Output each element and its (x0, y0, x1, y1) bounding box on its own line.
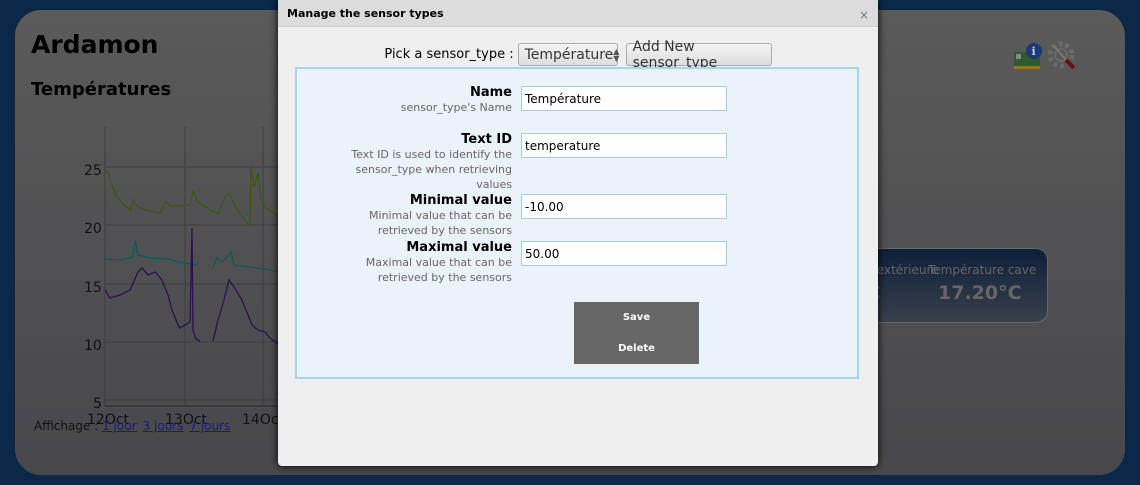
svg-text:i: i (1032, 45, 1036, 58)
select-arrows-icon: ▲ ▼ (613, 46, 620, 63)
save-button[interactable]: Save (574, 302, 699, 333)
y-tick: 15 (84, 280, 102, 296)
range-3-days-link[interactable]: 3 jours (143, 419, 184, 433)
temperature-chart: 25 20 15 10 5 12Oct 13Oct 14Oct (84, 127, 280, 428)
name-label: Name (469, 85, 512, 100)
settings-tools-icon[interactable] (1046, 40, 1078, 72)
pick-sensor-type-label: Pick a sensor_type : (384, 47, 514, 62)
manage-sensor-types-dialog: Manage the sensor types × Pick a sensor_… (278, 0, 878, 466)
close-icon[interactable]: × (859, 8, 869, 22)
maximal-value-label: Maximal value (406, 240, 512, 255)
minimal-value-label: Minimal value (409, 193, 512, 208)
range-7-days-link[interactable]: 7 jours (189, 419, 230, 433)
selected-sensor-type: Température (524, 46, 614, 63)
y-tick: 25 (84, 163, 102, 179)
range-1-day-link[interactable]: 1 jour (102, 419, 137, 433)
series-line-green (105, 164, 279, 225)
dialog-title: Manage the sensor types (287, 7, 444, 20)
sensor-type-form: Namesensor_type's Name Text IDText ID is… (295, 67, 859, 379)
form-actions: Save Delete (574, 302, 699, 364)
y-tick: 10 (84, 338, 102, 354)
dialog-titlebar[interactable]: Manage the sensor types × (278, 0, 878, 27)
text-id-label: Text ID (461, 132, 512, 147)
series-line-teal (104, 239, 199, 266)
sensor-type-select[interactable]: Température ▲ ▼ (517, 43, 620, 66)
series-line-purple-2 (212, 278, 279, 345)
name-input[interactable] (521, 86, 727, 111)
text-id-input[interactable] (521, 133, 727, 158)
add-sensor-type-button[interactable]: Add New sensor_type (625, 39, 772, 71)
y-tick: 5 (93, 396, 102, 412)
x-tick: 14Oct (242, 412, 280, 428)
reading-value: 17.20°C (938, 282, 1022, 304)
maximal-value-help: Maximal value that can be retrieved by t… (365, 256, 512, 284)
current-readings: Température extérieure °C Température ca… (860, 248, 1048, 323)
series-line-teal-2 (212, 250, 279, 273)
display-range: Affichage : 1 jour 3 jours 7 jours (34, 419, 232, 433)
text-id-help: Text ID is used to identify the sensor_t… (351, 148, 512, 191)
sensor-card-info-icon[interactable]: i (1012, 40, 1044, 72)
y-tick: 20 (84, 221, 102, 237)
maximal-value-input[interactable] (521, 241, 727, 266)
display-range-label: Affichage : (34, 419, 99, 433)
name-help: sensor_type's Name (400, 101, 512, 114)
minimal-value-input[interactable] (521, 194, 727, 219)
delete-button[interactable]: Delete (574, 333, 699, 364)
reading-label: Température cave (928, 263, 1037, 277)
minimal-value-help: Minimal value that can be retrieved by t… (369, 209, 512, 237)
